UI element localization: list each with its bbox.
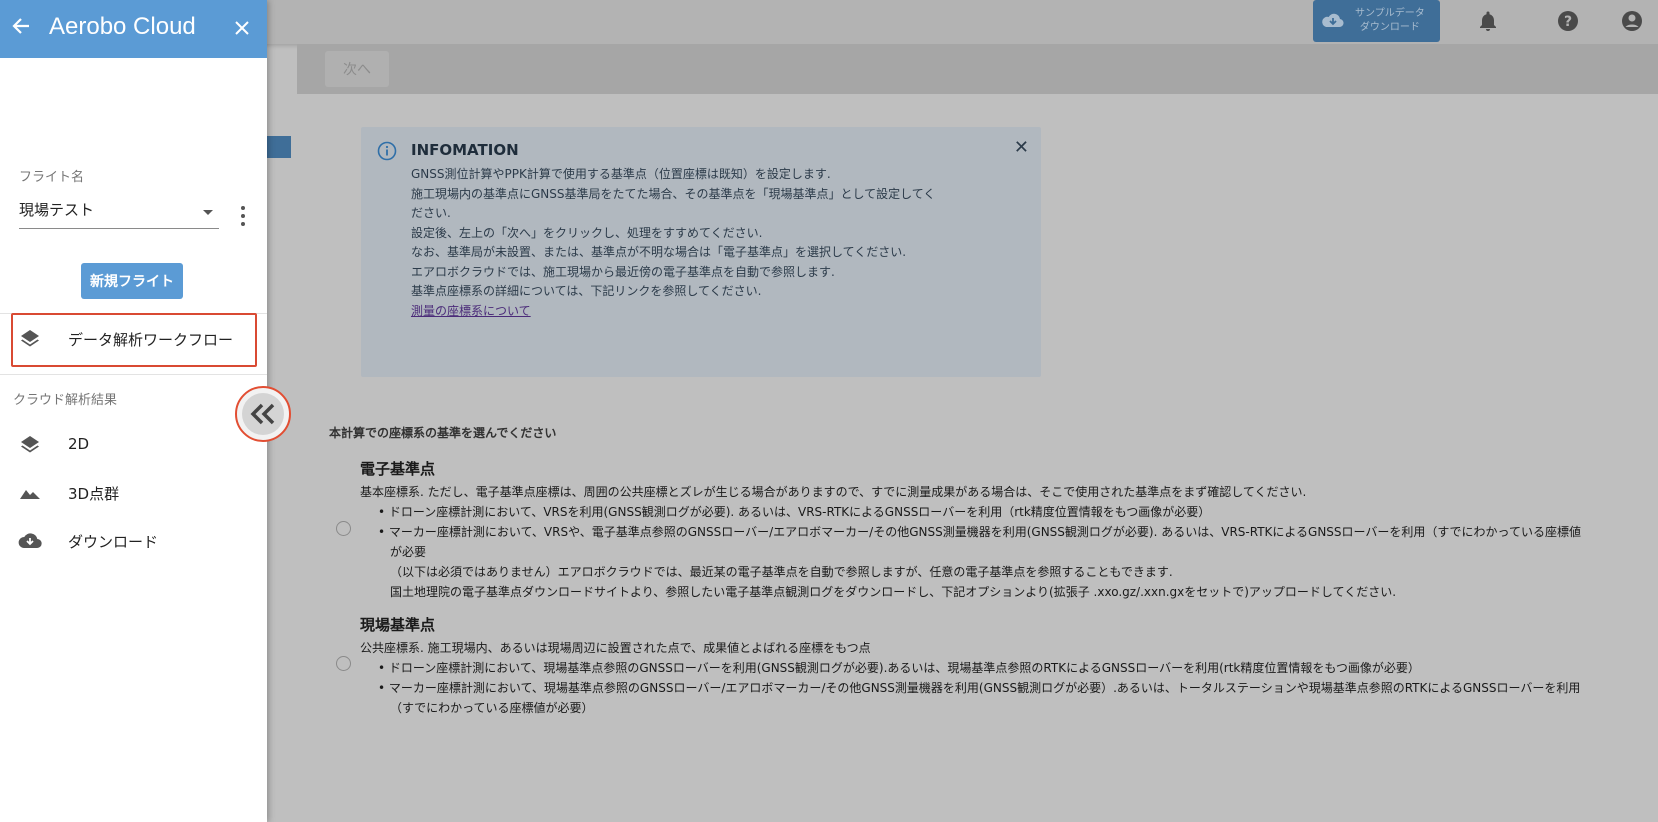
option-description: 公共座標系. 施工現場内、あるいは現場周辺に設置された点で、成果値とよばれる座標… xyxy=(360,641,871,655)
divider xyxy=(0,374,267,375)
option-bullet: • マーカー座標計測において、現場基準点参照のGNSSローバー/エアロボマーカー… xyxy=(378,681,1581,695)
nav-item-label: 2D xyxy=(68,435,90,453)
option-bullet: • マーカー座標計測において、VRSや、電子基準点参照のGNSSローバー/エアロ… xyxy=(378,525,1581,539)
sample-data-label-2: ダウンロード xyxy=(1359,22,1420,33)
close-icon[interactable]: ✕ xyxy=(1014,137,1029,158)
option-title: 現場基準点 xyxy=(360,616,436,634)
info-line: エアロボクラウドでは、施工現場から最近傍の電子基準点を自動で参照します. xyxy=(411,264,835,279)
nav-item-3d-point-cloud[interactable]: 3D点群 xyxy=(0,469,267,517)
flight-name-select[interactable]: 現場テスト xyxy=(19,199,219,229)
step-bar: 次へ xyxy=(297,44,1658,94)
nav-item-label: ダウンロード xyxy=(68,533,159,551)
coordinate-system-link[interactable]: 測量の座標系について xyxy=(411,302,1023,322)
info-title: INFOMATION xyxy=(411,141,519,159)
cloud-results-label: クラウド解析結果 xyxy=(13,393,118,408)
flight-name-value: 現場テスト xyxy=(19,201,95,219)
radio-site-reference-point[interactable] xyxy=(336,656,351,671)
info-line: なお、基準局が未設置、または、基準点が不明な場合は「電子基準点」を選択してくださ… xyxy=(411,245,907,259)
highlight-box xyxy=(11,313,257,367)
arrow-back-icon[interactable] xyxy=(10,15,32,37)
option-bullet: • ドローン座標計測において、VRSを利用(GNSS観測ログが必要). あるいは… xyxy=(378,505,1211,519)
help-icon[interactable]: ? xyxy=(1555,8,1581,34)
info-line: 設定後、左上の「次へ」をクリックし、処理をすすめてください. xyxy=(411,225,763,240)
account-icon[interactable] xyxy=(1619,8,1645,34)
terrain-icon xyxy=(20,490,40,499)
selected-step-indicator xyxy=(267,136,291,158)
option-title: 電子基準点 xyxy=(360,460,436,478)
option-note: 国土地理院の電子基準点ダウンロードサイトより、参照したい電子基準点観測ログをダウ… xyxy=(390,585,1397,599)
next-button[interactable]: 次へ xyxy=(325,51,389,87)
information-panel: ✕ INFOMATION GNSS測位計算やPPK計算で使用する基準点（位置座標… xyxy=(361,127,1041,377)
option-bullet: • ドローン座標計測において、現場基準点参照のGNSSローバーを利用(GNSS観… xyxy=(378,661,1420,675)
option-bullet-continued: が必要 xyxy=(390,545,427,559)
layers-icon xyxy=(21,436,39,453)
double-chevron-left-icon xyxy=(242,393,284,435)
option-bullet-continued: （すでにわかっている座標値が必要） xyxy=(390,701,594,715)
radio-electronic-reference-point[interactable] xyxy=(336,521,351,536)
app-title: Aerobo Cloud xyxy=(49,13,196,40)
info-line: ださい. xyxy=(411,206,451,220)
nav-item-download[interactable]: ダウンロード xyxy=(0,517,267,565)
info-icon xyxy=(377,141,397,161)
nav-item-label: 3D点群 xyxy=(68,485,120,503)
collapse-drawer-button[interactable] xyxy=(235,386,291,442)
cloud-download-icon xyxy=(18,533,42,549)
new-flight-button[interactable]: 新規フライト xyxy=(81,263,183,299)
svg-text:?: ? xyxy=(1564,14,1572,30)
info-line: GNSS測位計算やPPK計算で使用する基準点（位置座標は既知）を設定します. xyxy=(411,167,831,181)
bell-icon[interactable] xyxy=(1475,8,1501,34)
sample-data-download-button[interactable]: サンプルデータ ダウンロード xyxy=(1313,0,1440,42)
info-line: 施工現場内の基準点にGNSS基準局をたてた場合、その基準点を「現場基準点」として… xyxy=(411,186,936,201)
dropdown-arrow-icon xyxy=(203,210,213,215)
option-note: （以下は必須ではありません）エアロボクラウドでは、最近某の電子基準点を自動で参照… xyxy=(390,565,1173,579)
info-line: 基準点座標系の詳細については、下記リンクを参照してください. xyxy=(411,284,762,298)
option-description: 基本座標系. ただし、電子基準点座標は、周囲の公共座標とズレが生じる場合がありま… xyxy=(360,485,1307,499)
more-vert-icon[interactable] xyxy=(237,206,249,226)
drawer-header: Aerobo Cloud xyxy=(0,0,267,58)
close-icon[interactable] xyxy=(232,18,252,38)
coordinate-system-question: 本計算での座標系の基準を選んでください xyxy=(329,426,557,440)
flight-name-label: フライト名 xyxy=(19,170,85,185)
sample-data-label-1: サンプルデータ xyxy=(1355,8,1425,19)
navigation-drawer: Aerobo Cloud フライト名 現場テスト 新規フライト データ解析ワーク… xyxy=(0,0,267,822)
nav-item-2d[interactable]: 2D xyxy=(0,421,267,469)
cloud-download-icon xyxy=(1322,13,1344,28)
